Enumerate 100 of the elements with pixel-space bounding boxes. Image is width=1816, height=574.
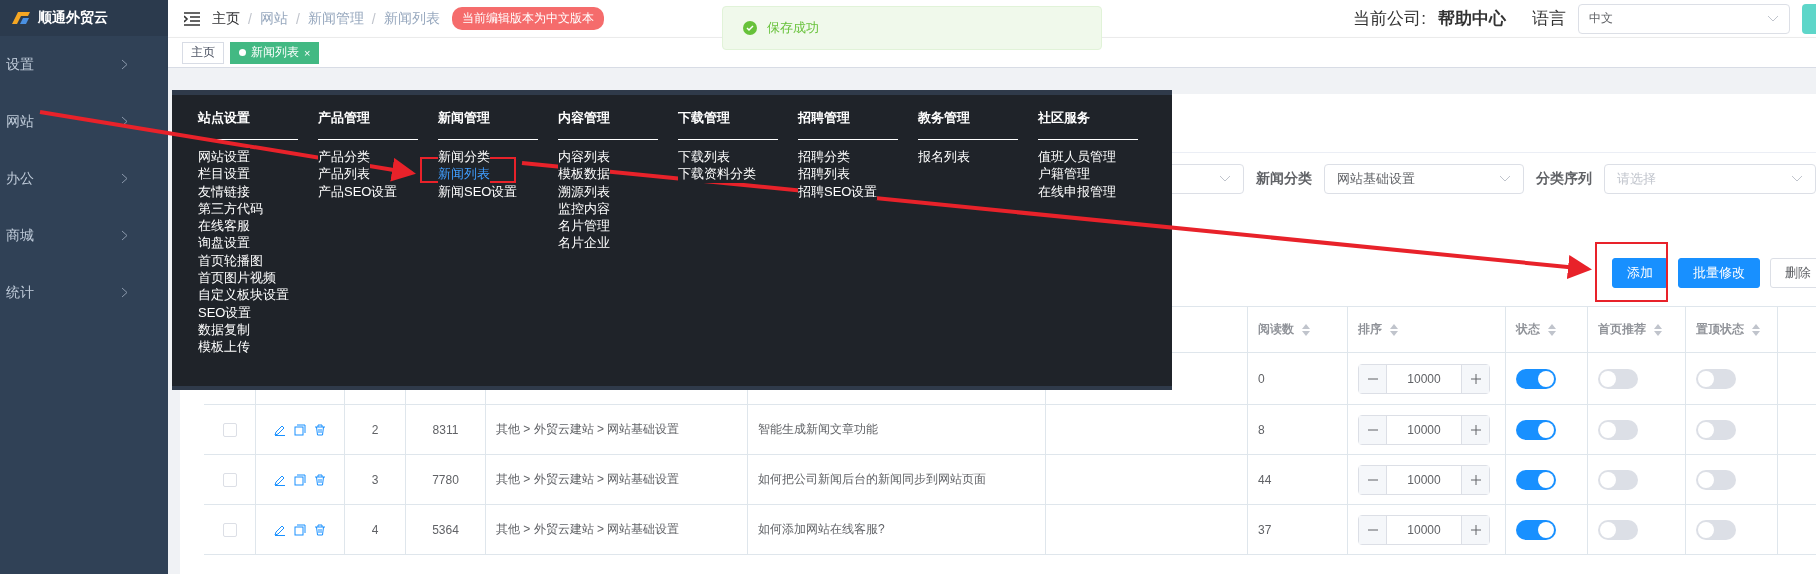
recommend-switch[interactable] [1598, 419, 1638, 440]
status-switch[interactable] [1516, 469, 1556, 490]
column-header: 置顶状态 [1696, 321, 1744, 338]
pin-switch[interactable] [1696, 519, 1736, 540]
menu-item[interactable]: 招聘分类 [798, 148, 850, 166]
chevron-right-icon [121, 287, 128, 298]
menu-item[interactable]: 在线客服 [198, 217, 250, 235]
menu-item[interactable]: 模板数据 [558, 165, 610, 183]
trash-icon[interactable] [314, 523, 326, 536]
status-switch[interactable] [1516, 368, 1556, 389]
menu-item[interactable]: 网站设置 [198, 148, 250, 166]
menu-item[interactable]: 名片企业 [558, 234, 610, 252]
status-switch[interactable] [1516, 419, 1556, 440]
breadcrumb-separator: / [371, 10, 376, 27]
select-field[interactable]: 网站基础设置 [1324, 163, 1524, 194]
menu-heading: 招聘管理 [798, 109, 898, 140]
row-number: 4 [371, 522, 379, 537]
filter-label: 新闻分类 [1256, 169, 1312, 188]
menu-item[interactable]: 下载列表 [678, 148, 730, 166]
sort-icon[interactable] [1390, 323, 1398, 336]
sidebar-item[interactable]: 统计 [0, 264, 168, 321]
menu-heading: 社区服务 [1038, 109, 1138, 140]
menu-item[interactable]: 栏目设置 [198, 165, 250, 183]
trash-icon[interactable] [314, 423, 326, 436]
order-stepper[interactable]: 10000 [1358, 514, 1490, 545]
plus-icon[interactable] [1470, 524, 1481, 535]
menu-item[interactable]: 名片管理 [558, 217, 610, 235]
menu-item[interactable]: 模板上传 [198, 338, 250, 356]
row-number: 2 [371, 422, 379, 437]
menu-heading: 内容管理 [558, 109, 658, 140]
action-button[interactable]: 删除 [1770, 258, 1816, 288]
menu-item[interactable]: 报名列表 [918, 148, 970, 166]
menu-item[interactable]: 户籍管理 [1038, 165, 1090, 183]
chevron-right-icon [121, 230, 128, 241]
menu-item[interactable]: 招聘SEO设置 [798, 182, 878, 200]
edit-icon[interactable] [274, 423, 286, 436]
menu-item[interactable]: 第三方代码 [198, 199, 263, 218]
menu-item[interactable]: 产品SEO设置 [318, 182, 398, 200]
pin-switch[interactable] [1696, 469, 1736, 490]
breadcrumb-item: 新闻管理 [307, 9, 364, 28]
menu-heading: 新闻管理 [438, 109, 538, 140]
sort-icon[interactable] [1548, 323, 1556, 336]
breadcrumb-separator: / [295, 10, 300, 27]
sort-icon[interactable] [1752, 323, 1760, 336]
menu-item[interactable]: 首页图片视频 [198, 269, 276, 287]
plus-icon[interactable] [1470, 424, 1481, 435]
sidebar-item[interactable]: 办公 [0, 150, 168, 207]
menu-item[interactable]: 内容列表 [558, 148, 610, 166]
status-switch[interactable] [1516, 519, 1556, 540]
menu-icon[interactable] [184, 11, 200, 26]
order-stepper[interactable]: 10000 [1358, 414, 1490, 445]
id-cell: 7780 [432, 472, 459, 487]
edit-icon[interactable] [274, 523, 286, 536]
row-checkbox[interactable] [222, 522, 237, 537]
menu-heading: 下载管理 [678, 109, 778, 140]
sort-icon[interactable] [1654, 323, 1662, 336]
sidebar-item[interactable]: 商城 [0, 207, 168, 264]
language-select[interactable]: 中文 [1578, 3, 1790, 34]
breadcrumb-item[interactable]: 主页 [212, 9, 240, 28]
menu-heading: 产品管理 [318, 109, 418, 140]
menu-item[interactable]: 产品列表 [318, 165, 370, 183]
recommend-switch[interactable] [1598, 519, 1638, 540]
page-tab[interactable]: 主页 [182, 41, 224, 64]
menu-item[interactable]: 首页轮播图 [198, 251, 263, 270]
column-header: 状态 [1516, 321, 1540, 338]
recommend-switch[interactable] [1598, 469, 1638, 490]
chevron-down-icon [1791, 175, 1803, 182]
breadcrumb-separator: / [248, 10, 252, 27]
column-header: 阅读数 [1258, 321, 1294, 338]
settings-button[interactable] [1802, 3, 1816, 34]
menu-item[interactable]: 新闻列表 [438, 165, 490, 183]
order-stepper[interactable]: 10000 [1358, 464, 1490, 495]
menu-item[interactable]: 值班人员管理 [1038, 148, 1116, 166]
sidebar-item[interactable]: 网站 [0, 93, 168, 150]
recommend-switch[interactable] [1598, 368, 1638, 389]
edit-icon[interactable] [274, 473, 286, 486]
trash-icon[interactable] [314, 473, 326, 486]
chevron-right-icon [121, 59, 128, 70]
pin-switch[interactable] [1696, 368, 1736, 389]
sidebar-item[interactable]: 设置 [0, 36, 168, 93]
menu-item[interactable]: 自定义板块设置 [198, 286, 289, 304]
menu-item[interactable]: 询盘设置 [198, 234, 250, 252]
copy-icon[interactable] [294, 423, 306, 436]
logo-icon [10, 11, 32, 25]
breadcrumb-item: 网站 [259, 9, 288, 28]
copy-icon[interactable] [294, 523, 306, 536]
sort-icon[interactable] [1302, 323, 1310, 336]
row-checkbox[interactable] [222, 422, 237, 437]
menu-item[interactable]: 招聘列表 [798, 165, 850, 183]
order-stepper[interactable]: 10000 [1358, 363, 1490, 394]
plus-icon[interactable] [1470, 373, 1481, 384]
plus-icon[interactable] [1470, 474, 1481, 485]
menu-item[interactable]: 产品分类 [318, 148, 370, 166]
menu-item[interactable]: 新闻分类 [438, 148, 490, 166]
menu-item[interactable]: 下载资料分类 [678, 165, 756, 183]
row-checkbox[interactable] [222, 472, 237, 487]
menu-item[interactable]: 在线申报管理 [1038, 182, 1116, 200]
pin-switch[interactable] [1696, 419, 1736, 440]
filter-label: 分类序列 [1536, 169, 1592, 188]
copy-icon[interactable] [294, 473, 306, 486]
